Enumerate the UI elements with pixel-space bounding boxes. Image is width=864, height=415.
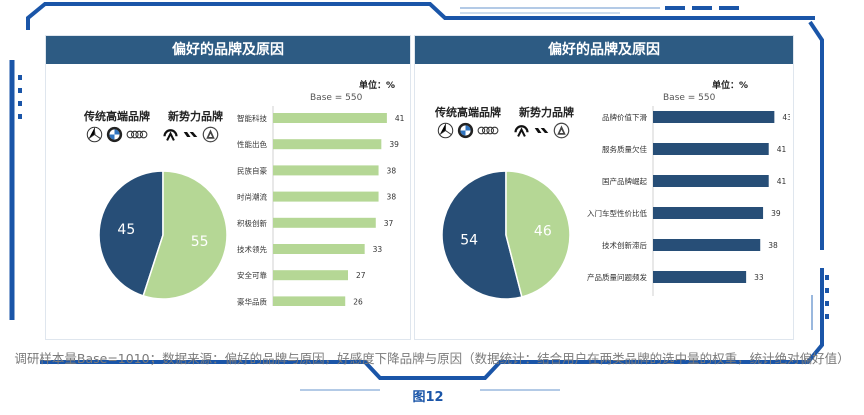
right-bar-value-label-1: 41 xyxy=(777,145,787,154)
right-bar-bar-3 xyxy=(653,207,764,219)
left-panel: 偏好的品牌及原因 传统高端品牌 新势力品牌 45 55 单位：% Base = 5… xyxy=(45,35,411,340)
left-pie-chart: 45 55 xyxy=(98,170,228,300)
audi-logo-icon xyxy=(477,126,499,135)
left-bar-category-label-3: 时尚潮流 xyxy=(237,192,267,202)
left-base-label: Base = 550 xyxy=(310,93,363,103)
right-bar-bar-4 xyxy=(653,239,761,251)
left-bar-bar-0 xyxy=(273,113,387,123)
left-legacy-label: 传统高端品牌 xyxy=(84,110,150,123)
right-panel-title: 偏好的品牌及原因 xyxy=(415,36,793,64)
left-bar-bar-4 xyxy=(273,217,376,228)
audi-logo-icon xyxy=(126,130,148,139)
right-bar-value-label-4: 38 xyxy=(768,241,778,250)
mercedes-logo-icon xyxy=(437,122,454,139)
right-bar-bar-2 xyxy=(653,175,769,187)
left-bar-value-label-6: 27 xyxy=(356,271,366,280)
right-bar-category-label-0: 品牌价值下滑 xyxy=(602,112,647,122)
left-bar-category-label-5: 技术领先 xyxy=(237,244,267,254)
left-bar-chart: 智能科技 41 性能出色 39 民族自豪 38 时尚潮流 38 积极创新 37 技术领先 33 安全可靠… xyxy=(237,106,405,306)
right-bar-value-label-3: 39 xyxy=(771,209,781,218)
right-bar-bar-5 xyxy=(653,271,747,283)
aito-logo-icon xyxy=(202,126,219,143)
source-caption: 调研样本量Base=1010；数据来源：偏好的品牌与原因，好感度下降品牌与原因（… xyxy=(14,351,850,366)
left-pie-slice-label-0: 45 xyxy=(117,222,135,238)
left-new-label: 新势力品牌 xyxy=(168,110,223,123)
right-bar-category-label-4: 技术创新滞后 xyxy=(602,240,647,250)
right-bar-chart: 品牌价值下滑 43 服务质量欠佳 41 国产品牌崛起 41 入门车型性价比低 39 技术创新滞后… xyxy=(587,106,790,296)
left-bar-category-label-1: 性能出色 xyxy=(237,139,267,149)
right-legacy-logos xyxy=(437,122,499,139)
left-pie-slice-label-1: 55 xyxy=(191,234,209,250)
left-panel-title: 偏好的品牌及原因 xyxy=(46,36,410,64)
left-bar-value-label-3: 38 xyxy=(387,193,397,202)
left-bar-bar-7 xyxy=(273,296,346,306)
right-legacy-label: 传统高端品牌 xyxy=(435,106,501,119)
li-auto-logo-icon xyxy=(534,127,549,134)
right-bar-value-label-2: 41 xyxy=(777,177,787,186)
right-panel: 偏好的品牌及原因 传统高端品牌 新势力品牌 54 46 单位：% Base = 5… xyxy=(414,35,794,340)
nio-logo-icon xyxy=(163,129,178,141)
left-bar-category-label-2: 民族自豪 xyxy=(237,165,267,175)
left-bar-value-label-4: 37 xyxy=(384,219,394,228)
left-bar-bar-6 xyxy=(273,270,348,281)
right-bar-bar-0 xyxy=(653,111,775,123)
right-base-label: Base = 550 xyxy=(663,93,716,103)
right-pie-chart: 54 46 xyxy=(441,170,571,300)
left-unit-label: 单位：% xyxy=(359,81,396,91)
aito-logo-icon xyxy=(553,122,570,139)
right-bar-bar-1 xyxy=(653,143,769,155)
right-bar-category-label-2: 国产品牌崛起 xyxy=(602,176,647,186)
bmw-logo-icon xyxy=(106,126,123,143)
right-bar-value-label-5: 33 xyxy=(754,273,764,282)
li-auto-logo-icon xyxy=(183,131,198,138)
left-bar-bar-5 xyxy=(273,244,365,254)
bmw-logo-icon xyxy=(457,122,474,139)
left-bar-category-label-0: 智能科技 xyxy=(237,113,267,123)
right-unit-label: 单位：% xyxy=(712,81,749,91)
left-bar-value-label-1: 39 xyxy=(389,140,399,149)
left-bar-category-label-4: 积极创新 xyxy=(237,218,267,228)
right-bar-category-label-5: 产品质量问题频发 xyxy=(587,272,647,282)
left-bar-category-label-7: 豪华品质 xyxy=(237,296,267,306)
right-bar-value-label-0: 43 xyxy=(782,113,790,122)
right-bar-category-label-1: 服务质量欠佳 xyxy=(602,144,647,154)
figure-label: 图12 xyxy=(412,390,444,405)
right-bar-category-label-3: 入门车型性价比低 xyxy=(587,208,647,218)
right-pie-slice-label-1: 46 xyxy=(534,223,552,239)
left-bar-bar-3 xyxy=(273,191,379,202)
left-bar-value-label-0: 41 xyxy=(395,114,405,123)
mercedes-logo-icon xyxy=(86,126,103,143)
right-new-label: 新势力品牌 xyxy=(519,106,574,119)
left-new-logos xyxy=(162,126,219,143)
left-bar-bar-2 xyxy=(273,165,379,176)
left-legacy-logos xyxy=(86,126,148,143)
nio-logo-icon xyxy=(514,125,529,137)
left-bar-value-label-5: 33 xyxy=(373,245,383,254)
left-bar-value-label-7: 26 xyxy=(353,297,363,306)
left-bar-category-label-6: 安全可靠 xyxy=(237,270,267,280)
left-bar-bar-1 xyxy=(273,139,382,150)
right-pie-slice-label-0: 54 xyxy=(460,233,478,249)
right-new-logos xyxy=(513,122,570,139)
left-bar-value-label-2: 38 xyxy=(387,166,397,175)
